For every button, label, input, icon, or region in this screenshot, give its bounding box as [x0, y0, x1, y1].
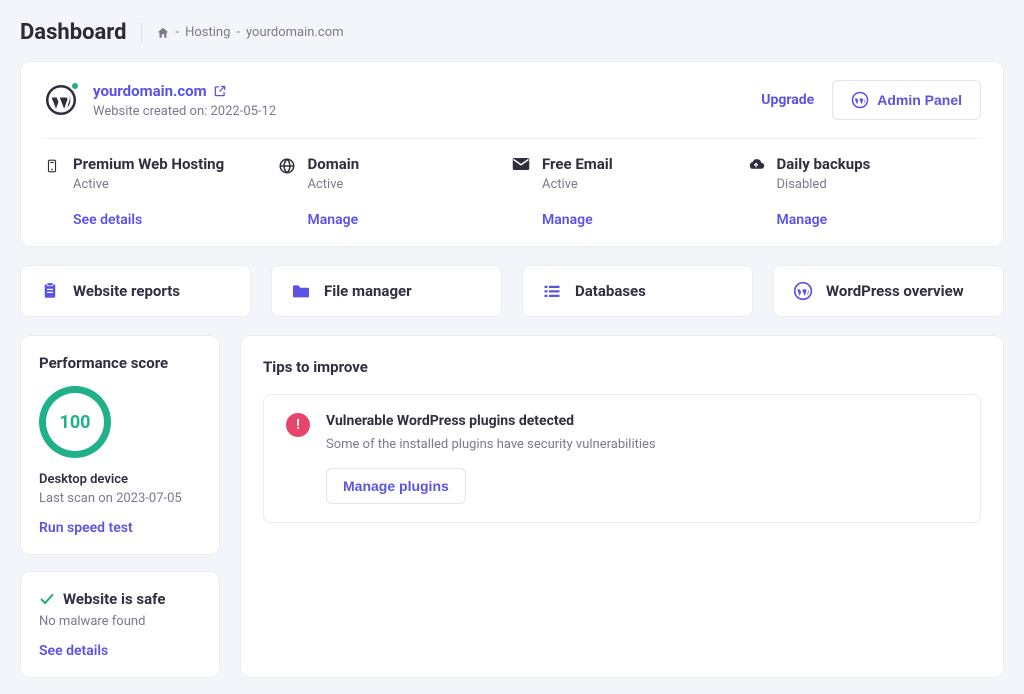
performance-card: Performance score 100 Desktop device Las… [20, 335, 220, 555]
tool-website-reports[interactable]: Website reports [20, 265, 251, 317]
divider [141, 23, 142, 43]
tip-item: ! Vulnerable WordPress plugins detected … [263, 394, 981, 523]
upgrade-link[interactable]: Upgrade [761, 92, 814, 108]
page-title: Dashboard [20, 20, 127, 45]
tips-card: Tips to improve ! Vulnerable WordPress p… [240, 335, 1004, 678]
domain-manage-link[interactable]: Manage [308, 212, 360, 228]
site-created-label: Website created on: 2022-05-12 [93, 104, 276, 119]
tool-file-manager[interactable]: File manager [271, 265, 502, 317]
status-backup: Daily backups Disabled Manage [747, 155, 982, 228]
tip-subtitle: Some of the installed plugins have secur… [326, 437, 656, 452]
hosting-see-details-link[interactable]: See details [73, 212, 224, 228]
status-dot-icon [70, 81, 80, 91]
run-speed-test-link[interactable]: Run speed test [39, 520, 201, 536]
globe-icon [278, 157, 296, 175]
manage-plugins-button[interactable]: Manage plugins [326, 468, 466, 504]
external-link-icon [213, 84, 227, 98]
performance-score-ring: 100 [39, 386, 111, 458]
email-manage-link[interactable]: Manage [542, 212, 613, 228]
email-icon [512, 157, 530, 171]
breadcrumb: - Hosting - yourdomain.com [156, 25, 344, 40]
server-icon [43, 157, 61, 175]
list-icon [541, 280, 563, 302]
status-email: Free Email Active Manage [512, 155, 747, 228]
tool-wordpress-overview[interactable]: WordPress overview [773, 265, 1004, 317]
backup-manage-link[interactable]: Manage [777, 212, 871, 228]
checkmark-icon [39, 592, 55, 606]
breadcrumb-hosting[interactable]: Hosting [185, 25, 230, 40]
status-domain: Domain Active Manage [278, 155, 513, 228]
page-header: Dashboard - Hosting - yourdomain.com [20, 20, 1004, 45]
tools-row: Website reports File manager Databases W… [20, 265, 1004, 317]
safety-card: Website is safe No malware found See det… [20, 571, 220, 678]
performance-score-value: 100 [60, 412, 91, 433]
tip-title: Vulnerable WordPress plugins detected [326, 413, 656, 429]
wordpress-icon [792, 280, 814, 302]
admin-panel-button[interactable]: Admin Panel [832, 80, 981, 120]
clipboard-icon [39, 280, 61, 302]
home-icon[interactable] [156, 26, 170, 40]
cloud-backup-icon [747, 157, 765, 173]
folder-icon [290, 280, 312, 302]
wordpress-icon [851, 91, 869, 109]
site-domain-link[interactable]: yourdomain.com [93, 82, 276, 100]
tool-databases[interactable]: Databases [522, 265, 753, 317]
alert-icon: ! [286, 413, 310, 437]
site-overview-card: yourdomain.com Website created on: 2022-… [20, 61, 1004, 247]
breadcrumb-domain[interactable]: yourdomain.com [246, 25, 344, 40]
wordpress-avatar [43, 82, 79, 118]
status-hosting: Premium Web Hosting Active See details [43, 155, 278, 228]
safety-see-details-link[interactable]: See details [39, 643, 201, 659]
